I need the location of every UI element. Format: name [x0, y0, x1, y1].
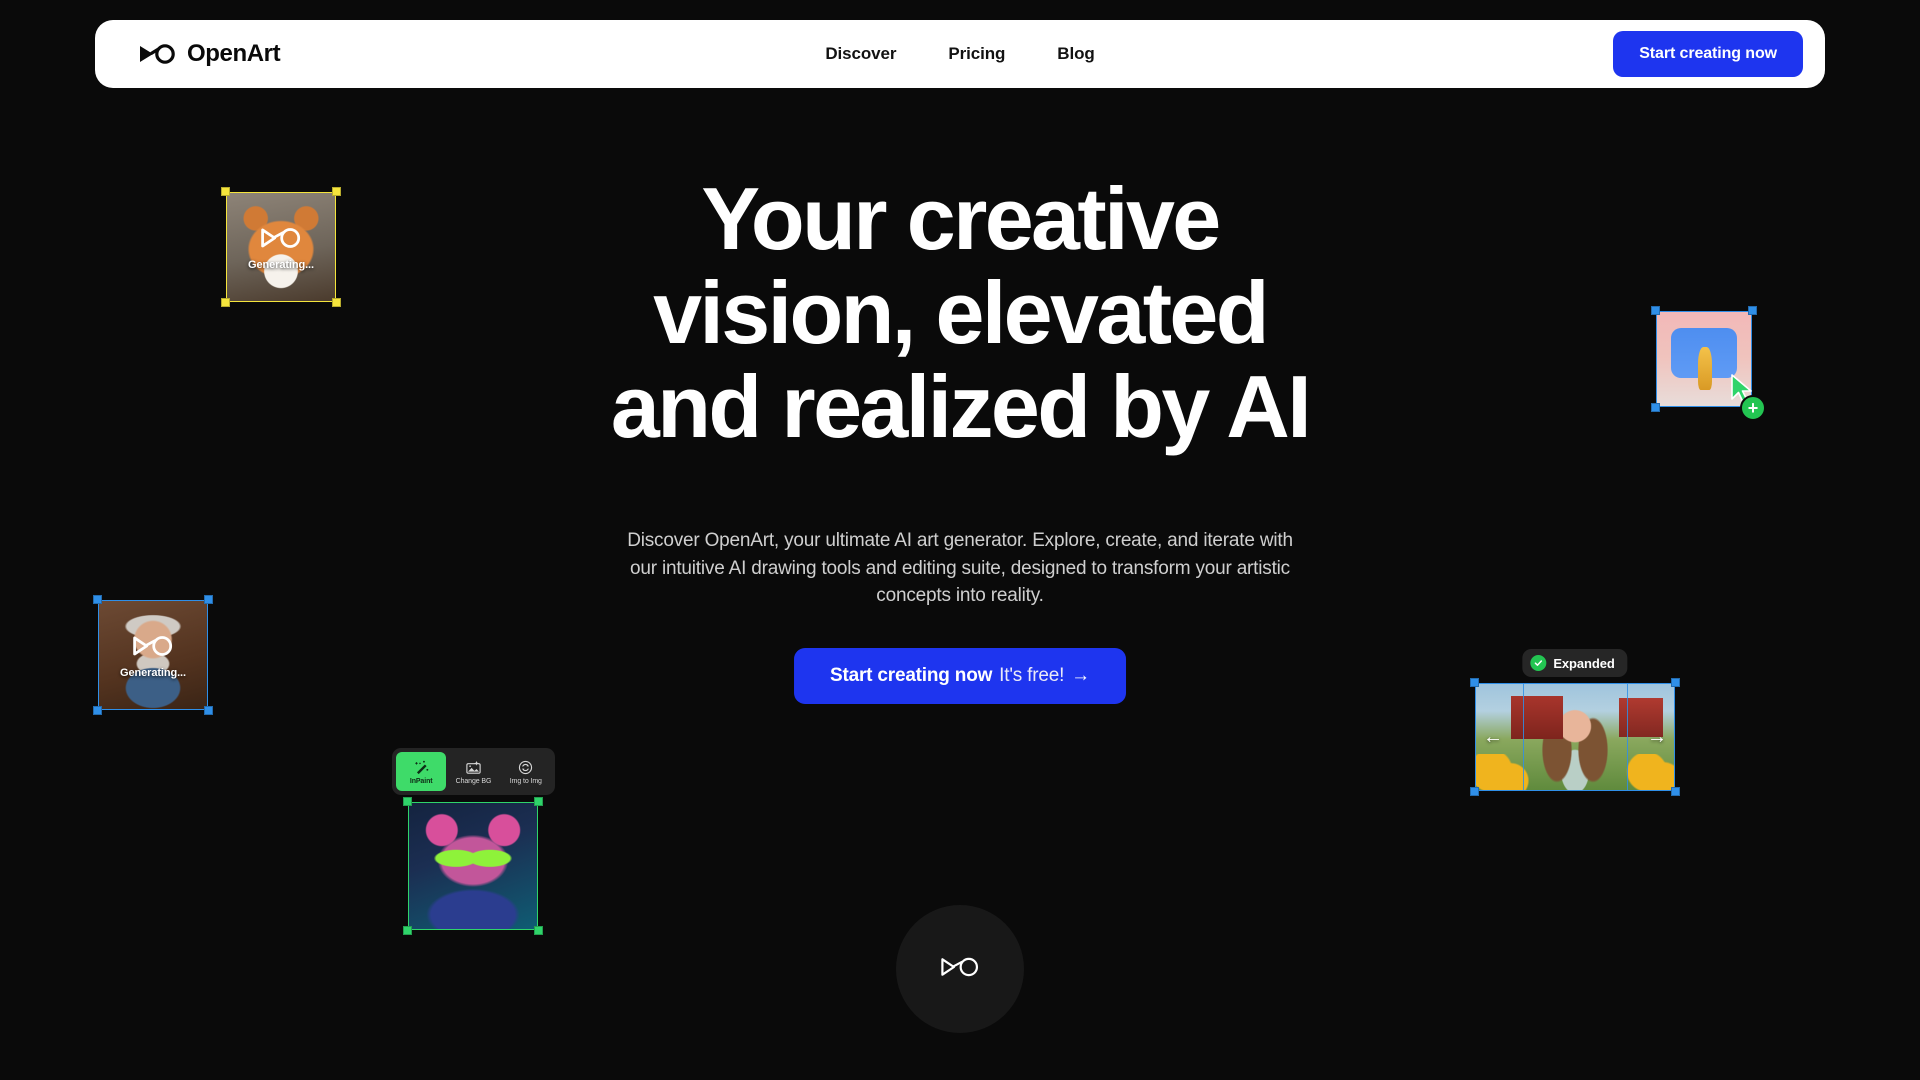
expand-canvas-card[interactable]: +: [1651, 306, 1766, 421]
openart-infinity-icon: [258, 224, 304, 257]
tool-inpaint[interactable]: InPaint: [396, 752, 447, 791]
brand-logo-group[interactable]: OpenArt: [137, 40, 281, 68]
barn-shape: [1511, 695, 1563, 740]
cyberpunk-cat-image: [408, 802, 538, 930]
edit-toolbar: InPaint Change BG Img to Img: [392, 748, 555, 795]
nav-item-pricing[interactable]: Pricing: [948, 44, 1005, 64]
cyberpunk-cat-card[interactable]: [403, 797, 543, 935]
figure-subject: [1698, 347, 1712, 390]
flower-field: [1475, 754, 1675, 791]
check-circle-icon: [1530, 655, 1547, 671]
generating-label: Generating...: [120, 666, 186, 679]
openart-infinity-icon: [137, 43, 177, 65]
outpaint-seam-right: [1627, 683, 1628, 791]
status-badge: Expanded: [1522, 649, 1628, 677]
openart-infinity-icon: [938, 954, 982, 985]
tool-label-change-bg: Change BG: [455, 777, 492, 785]
pan-right-arrow-icon[interactable]: →: [1647, 727, 1667, 747]
tool-img-to-img[interactable]: Img to Img: [501, 752, 551, 791]
nav-item-discover[interactable]: Discover: [825, 44, 896, 64]
openart-infinity-icon: [130, 632, 176, 665]
expanded-result-card[interactable]: Expanded ← →: [1470, 649, 1680, 796]
hero-section: Your creative vision, elevated and reali…: [0, 0, 1920, 1080]
generating-old-man-card[interactable]: Generating...: [93, 595, 213, 715]
status-badge-label: Expanded: [1553, 655, 1615, 671]
site-header: OpenArt Discover Pricing Blog Start crea…: [95, 20, 1825, 88]
header-start-creating-button[interactable]: Start creating now: [1613, 31, 1803, 77]
tool-change-bg[interactable]: Change BG: [448, 752, 498, 791]
generating-overlay: Generating...: [226, 192, 336, 302]
hero-subtitle: Discover OpenArt, your ultimate AI art g…: [627, 530, 1293, 607]
refresh-circle-icon: [519, 760, 533, 774]
generating-cat-card[interactable]: Generating...: [221, 187, 341, 307]
headline-line-3: and realized by AI: [610, 357, 1312, 457]
generating-overlay: Generating...: [98, 600, 208, 710]
page-title: Your creative vision, elevated and reali…: [480, 169, 1440, 457]
nav-item-blog[interactable]: Blog: [1057, 44, 1094, 64]
main-nav: Discover Pricing Blog: [825, 44, 1094, 64]
tool-label-img-to-img: Img to Img: [509, 777, 542, 785]
brand-name: OpenArt: [187, 40, 281, 67]
headline-line-1: Your creative: [701, 169, 1221, 268]
edit-tools-card: InPaint Change BG Img to Img: [392, 748, 555, 795]
hero-cta-secondary-label: It's free!: [999, 665, 1065, 686]
outpaint-seam-left: [1523, 683, 1524, 791]
hero-start-creating-button[interactable]: Start creating now It's free! →: [794, 648, 1126, 704]
tool-label-inpaint: InPaint: [409, 777, 433, 785]
openart-orb-button[interactable]: [896, 905, 1024, 1033]
image-sparkle-icon: [466, 760, 481, 774]
pan-left-arrow-icon[interactable]: ←: [1483, 727, 1503, 747]
magic-wand-icon: [414, 760, 428, 774]
headline-line-2: vision, elevated: [653, 263, 1269, 363]
hero-cta-primary-label: Start creating now: [830, 665, 993, 686]
generating-label: Generating...: [248, 258, 314, 271]
add-plus-badge[interactable]: +: [1740, 395, 1766, 421]
arrow-right-icon: →: [1071, 665, 1090, 686]
page-root: OpenArt Discover Pricing Blog Start crea…: [0, 0, 1920, 1080]
expanded-image: [1475, 683, 1675, 791]
